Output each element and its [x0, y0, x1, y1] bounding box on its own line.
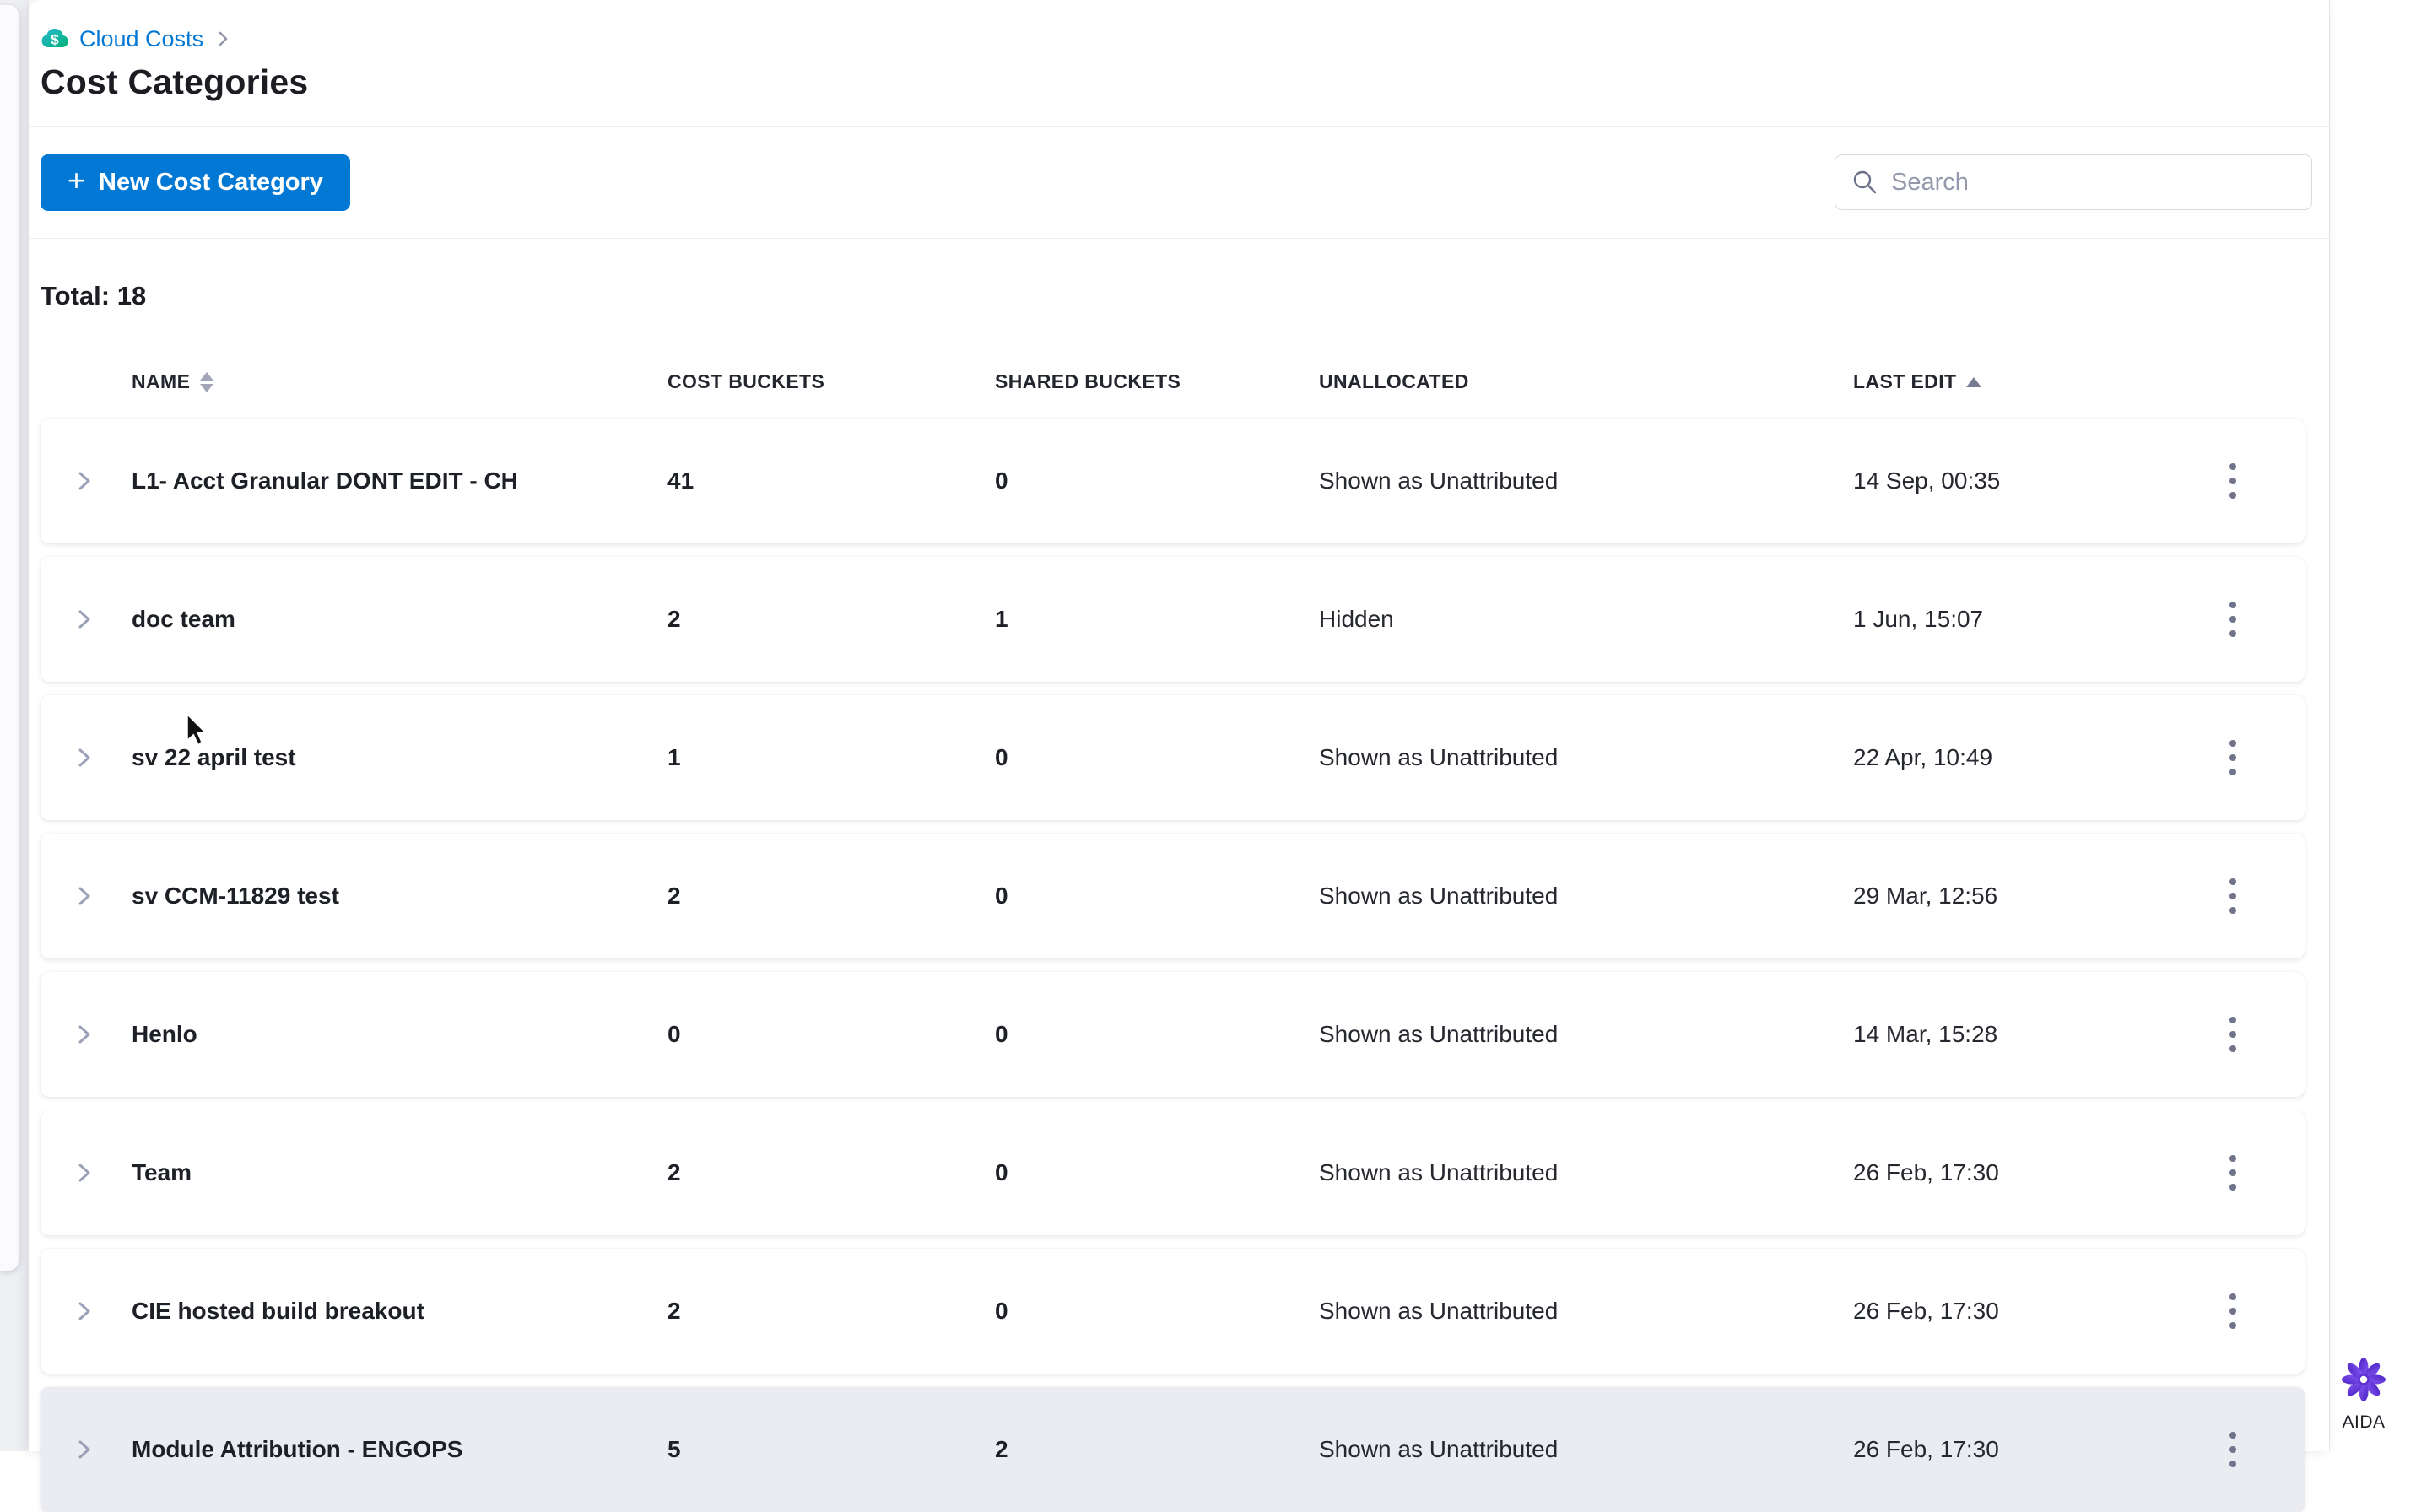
- expand-chevron-right-icon[interactable]: [73, 747, 95, 769]
- unallocated-value: Shown as Unattributed: [1319, 1436, 1853, 1463]
- last-edit-value: 1 Jun, 15:07: [1853, 606, 2161, 633]
- last-edit-value: 26 Feb, 17:30: [1853, 1436, 2161, 1463]
- breadcrumb-chevron-icon: [213, 30, 232, 48]
- last-edit-value: 14 Mar, 15:28: [1853, 1021, 2161, 1048]
- shared-buckets-value: 0: [995, 1021, 1319, 1048]
- cost-category-row[interactable]: doc team 2 1 Hidden 1 Jun, 15:07: [41, 557, 2305, 682]
- shared-buckets-value: 0: [995, 883, 1319, 910]
- expand-chevron-right-icon[interactable]: [73, 1300, 95, 1322]
- shared-buckets-value: 0: [995, 1298, 1319, 1325]
- toolbar: + New Cost Category: [29, 127, 2329, 239]
- cost-category-name: CIE hosted build breakout: [132, 1298, 667, 1325]
- new-cost-category-button[interactable]: + New Cost Category: [41, 154, 350, 211]
- cost-category-row[interactable]: Team 2 0 Shown as Unattributed 26 Feb, 1…: [41, 1110, 2305, 1235]
- unallocated-value: Shown as Unattributed: [1319, 744, 1853, 771]
- shared-buckets-value: 2: [995, 1436, 1319, 1463]
- column-header-shared-buckets: SHARED BUCKETS: [995, 370, 1319, 393]
- column-header-name[interactable]: NAME: [132, 370, 667, 393]
- row-menu-kebab-icon[interactable]: [2218, 455, 2248, 507]
- cost-buckets-value: 2: [667, 1159, 995, 1186]
- column-header-last-edit[interactable]: LAST EDIT: [1853, 370, 2161, 393]
- expand-chevron-right-icon[interactable]: [73, 608, 95, 630]
- sort-both-icon: [200, 372, 213, 392]
- collapsed-nav-edge: [0, 5, 19, 1271]
- shared-buckets-value: 0: [995, 744, 1319, 771]
- last-edit-value: 22 Apr, 10:49: [1853, 744, 2161, 771]
- table-body: L1- Acct Granular DONT EDIT - CH 41 0 Sh…: [41, 418, 2305, 1512]
- aida-logo-icon: [2340, 1356, 2387, 1403]
- row-menu-kebab-icon[interactable]: [2218, 1008, 2248, 1061]
- svg-text:$: $: [51, 32, 59, 48]
- breadcrumb-link-cloud-costs[interactable]: Cloud Costs: [79, 26, 203, 52]
- last-edit-value: 26 Feb, 17:30: [1853, 1298, 2161, 1325]
- content-area: Total: 18 NAME COST BUCKETS SHARED BUCKE…: [29, 239, 2329, 1512]
- search-icon: [1851, 169, 1878, 196]
- expand-chevron-right-icon[interactable]: [73, 470, 95, 492]
- breadcrumb: $ Cloud Costs: [41, 24, 2329, 54]
- cost-buckets-value: 2: [667, 883, 995, 910]
- shared-buckets-value: 0: [995, 467, 1319, 494]
- cost-category-row[interactable]: CIE hosted build breakout 2 0 Shown as U…: [41, 1249, 2305, 1374]
- search-input[interactable]: [1835, 154, 2312, 210]
- cost-category-name: doc team: [132, 606, 667, 633]
- aida-label: AIDA: [2317, 1412, 2410, 1433]
- last-edit-value: 26 Feb, 17:30: [1853, 1159, 2161, 1186]
- cost-category-row[interactable]: Henlo 0 0 Shown as Unattributed 14 Mar, …: [41, 972, 2305, 1097]
- shared-buckets-value: 1: [995, 606, 1319, 633]
- sort-ascending-icon: [1966, 377, 1981, 387]
- cost-category-row[interactable]: sv CCM-11829 test 2 0 Shown as Unattribu…: [41, 834, 2305, 958]
- cost-buckets-value: 2: [667, 606, 995, 633]
- new-cost-category-button-label: New Cost Category: [99, 169, 323, 197]
- row-menu-kebab-icon[interactable]: [2218, 870, 2248, 922]
- expand-chevron-right-icon[interactable]: [73, 1162, 95, 1184]
- column-header-cost-buckets: COST BUCKETS: [667, 370, 995, 393]
- unallocated-value: Shown as Unattributed: [1319, 1159, 1853, 1186]
- cost-category-name: sv 22 april test: [132, 744, 667, 771]
- search-box: [1835, 154, 2312, 210]
- cost-buckets-value: 0: [667, 1021, 995, 1048]
- cost-category-name: Team: [132, 1159, 667, 1186]
- cost-category-row[interactable]: sv 22 april test 1 0 Shown as Unattribut…: [41, 695, 2305, 820]
- last-edit-value: 29 Mar, 12:56: [1853, 883, 2161, 910]
- row-menu-kebab-icon[interactable]: [2218, 593, 2248, 645]
- unallocated-value: Shown as Unattributed: [1319, 883, 1853, 910]
- expand-chevron-right-icon[interactable]: [73, 885, 95, 907]
- row-menu-kebab-icon[interactable]: [2218, 1423, 2248, 1476]
- expand-chevron-right-icon[interactable]: [73, 1023, 95, 1045]
- plus-icon: +: [68, 165, 85, 196]
- shared-buckets-value: 0: [995, 1159, 1319, 1186]
- cost-buckets-value: 1: [667, 744, 995, 771]
- unallocated-value: Hidden: [1319, 606, 1853, 633]
- cost-buckets-value: 41: [667, 467, 995, 494]
- row-menu-kebab-icon[interactable]: [2218, 732, 2248, 784]
- cost-buckets-value: 2: [667, 1298, 995, 1325]
- row-menu-kebab-icon[interactable]: [2218, 1285, 2248, 1337]
- cost-category-row[interactable]: Module Attribution - ENGOPS 5 2 Shown as…: [41, 1387, 2305, 1512]
- cost-category-name: Module Attribution - ENGOPS: [132, 1436, 667, 1463]
- unallocated-value: Shown as Unattributed: [1319, 1021, 1853, 1048]
- aida-assistant-button[interactable]: AIDA: [2317, 1356, 2410, 1433]
- total-count: Total: 18: [41, 281, 2329, 311]
- cost-category-name: sv CCM-11829 test: [132, 883, 667, 910]
- cloud-costs-icon: $: [41, 24, 69, 53]
- main-panel: $ Cloud Costs Cost Categories + New Cost…: [29, 0, 2330, 1451]
- page-header: $ Cloud Costs Cost Categories: [29, 0, 2329, 127]
- column-header-unallocated: UNALLOCATED: [1319, 370, 1853, 393]
- page-title: Cost Categories: [41, 62, 2329, 102]
- expand-chevron-right-icon[interactable]: [73, 1439, 95, 1461]
- cost-category-row[interactable]: L1- Acct Granular DONT EDIT - CH 41 0 Sh…: [41, 418, 2305, 543]
- row-menu-kebab-icon[interactable]: [2218, 1147, 2248, 1199]
- cost-category-name: Henlo: [132, 1021, 667, 1048]
- table-header: NAME COST BUCKETS SHARED BUCKETS UNALLOC…: [41, 370, 2305, 393]
- cost-category-name: L1- Acct Granular DONT EDIT - CH: [132, 467, 667, 494]
- last-edit-value: 14 Sep, 00:35: [1853, 467, 2161, 494]
- unallocated-value: Shown as Unattributed: [1319, 467, 1853, 494]
- unallocated-value: Shown as Unattributed: [1319, 1298, 1853, 1325]
- cost-buckets-value: 5: [667, 1436, 995, 1463]
